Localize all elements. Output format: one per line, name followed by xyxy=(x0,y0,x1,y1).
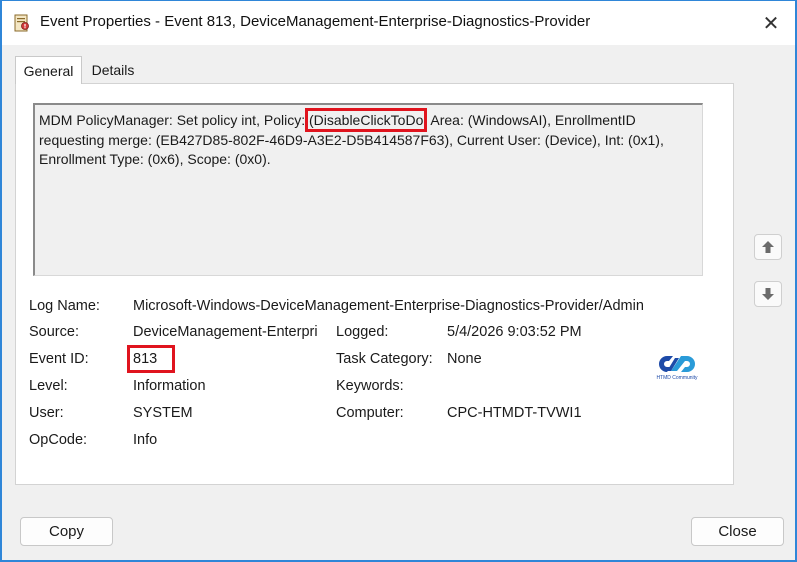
tab-general[interactable]: General xyxy=(15,56,82,84)
event-id-label: Event ID: xyxy=(29,351,89,367)
opcode-value[interactable]: Info xyxy=(133,432,157,448)
title-bar[interactable]: Event Properties - Event 813, DeviceMana… xyxy=(2,1,795,45)
keywords-label: Keywords: xyxy=(336,378,404,394)
close-icon[interactable]: ✕ xyxy=(757,9,785,37)
arrow-up-icon xyxy=(762,241,774,253)
arrow-down-icon xyxy=(762,288,774,300)
event-description[interactable]: MDM PolicyManager: Set policy int, Polic… xyxy=(33,103,703,276)
source-label: Source: xyxy=(29,324,79,340)
task-category-value[interactable]: None xyxy=(447,351,482,367)
source-value[interactable]: DeviceManagement-Enterpri xyxy=(133,324,318,340)
logged-label: Logged: xyxy=(336,324,389,340)
tab-details[interactable]: Details xyxy=(84,57,142,83)
computer-label: Computer: xyxy=(336,405,404,421)
user-value[interactable]: SYSTEM xyxy=(133,405,193,421)
opcode-label: OpCode: xyxy=(29,432,88,448)
level-value[interactable]: Information xyxy=(133,378,206,394)
close-button[interactable]: Close xyxy=(691,517,784,546)
scroll-up-button[interactable] xyxy=(754,234,782,260)
event-id-value[interactable]: 813 xyxy=(126,345,176,373)
window-title: Event Properties - Event 813, DeviceMana… xyxy=(40,13,591,30)
computer-value[interactable]: CPC-HTMDT-TVWI1 xyxy=(447,405,582,421)
event-properties-window: Event Properties - Event 813, DeviceMana… xyxy=(0,0,797,562)
copy-button[interactable]: Copy xyxy=(20,517,113,546)
user-label: User: xyxy=(29,405,64,421)
highlighted-policy: (DisableClickToDo xyxy=(304,108,428,132)
general-panel: MDM PolicyManager: Set policy int, Polic… xyxy=(15,83,734,485)
event-viewer-icon xyxy=(14,14,30,32)
logo-caption: HTMD Community xyxy=(656,375,698,381)
log-name-label: Log Name: xyxy=(29,298,100,314)
task-category-label: Task Category: xyxy=(336,351,433,367)
log-name-value[interactable]: Microsoft-Windows-DeviceManagement-Enter… xyxy=(133,298,644,314)
level-label: Level: xyxy=(29,378,68,394)
description-text-start: MDM PolicyManager: Set policy int, Polic… xyxy=(39,112,309,128)
scroll-down-button[interactable] xyxy=(754,281,782,307)
logged-value[interactable]: 5/4/2026 9:03:52 PM xyxy=(447,324,582,340)
